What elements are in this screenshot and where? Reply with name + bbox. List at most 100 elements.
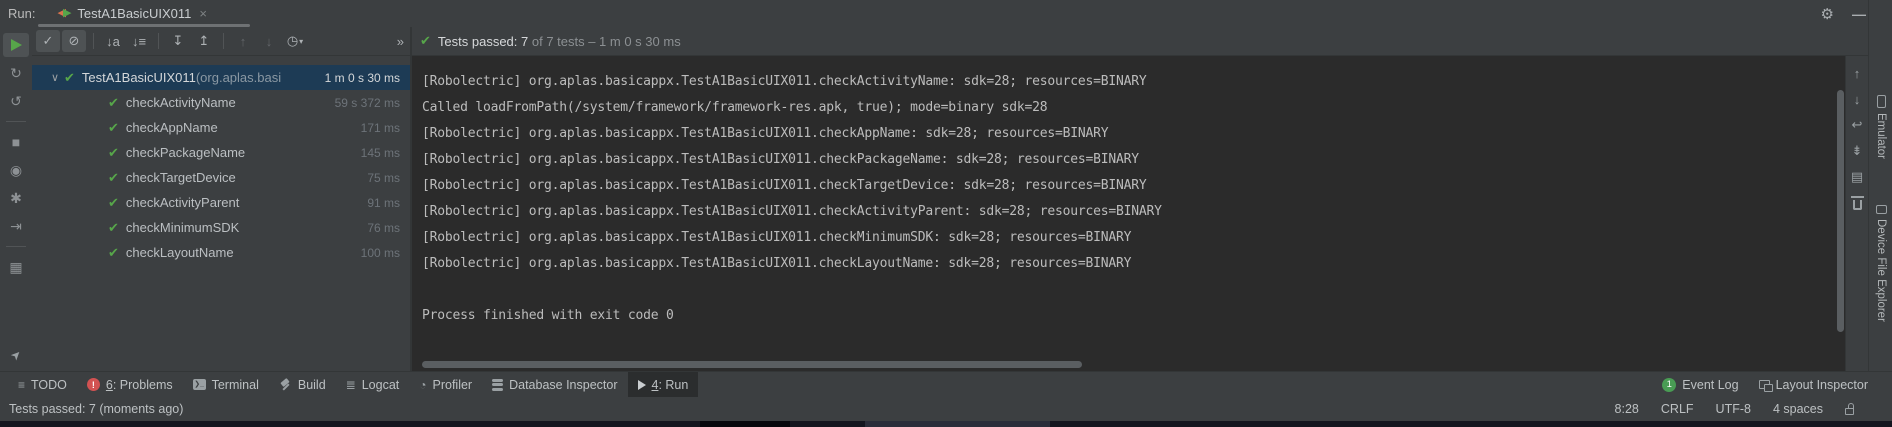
right-tool-stripe: Emulator Device File Explorer [1868,0,1892,371]
import-tests-button[interactable]: ⇥ [3,214,29,238]
show-ignored-button[interactable]: ⊘ [62,30,86,52]
line-ending-selector[interactable]: CRLF [1661,402,1694,416]
terminal-tool-button[interactable]: ❯_ Terminal [183,372,269,397]
run-config-tab-label: TestA1BasicUIX011 [77,6,191,21]
print-button[interactable]: ▤ [1848,168,1866,186]
close-tab-icon[interactable]: × [199,6,207,21]
lock-icon[interactable] [1845,408,1854,415]
screenshot-button[interactable]: ◉ [3,158,29,182]
show-passed-button[interactable]: ✓ [36,30,60,52]
build-label: Build [298,378,326,392]
event-log-count-badge: 1 [1662,378,1676,392]
collapse-all-button[interactable]: ↥ [192,30,216,52]
test-row[interactable]: ✔ checkLayoutName 100 ms [32,240,410,265]
vertical-scrollbar[interactable] [1837,90,1844,332]
test-toolbar-row: ✓ ⊘ ↓a ↓≡ ↧ ↥ ↑ ↓ ◷ ▾ » ✔ Tests passed: … [32,27,1868,56]
stop-button[interactable]: ■ [3,130,29,154]
scroll-to-end-button[interactable]: ⇟ [1848,142,1866,160]
chevron-expanded-icon[interactable]: ∨ [46,71,64,84]
pin-tab-button[interactable]: ➤ [3,343,29,367]
encoding-selector[interactable]: UTF-8 [1716,402,1751,416]
device-icon [1876,205,1887,214]
todo-label: TODO [31,378,67,392]
suite-duration: 1 m 0 s 30 ms [325,71,400,85]
test-history-button[interactable]: ◷ ▾ [283,30,307,52]
console-output: [Robolectric] org.aplas.basicappx.TestA1… [412,56,1845,371]
hammer-icon [279,379,292,391]
toggle-auto-test-button[interactable]: ↺ [3,89,29,113]
tool-window-bar: ≡ TODO ! 6: Problems ❯_ Terminal Build ≣… [0,371,1892,397]
console-line: [Robolectric] org.aplas.basicappx.TestA1… [422,225,1845,251]
database-inspector-tool-button[interactable]: Database Inspector [482,372,627,397]
trash-icon [1853,200,1862,210]
restore-layout-button[interactable]: ▦ [3,255,29,279]
emulator-stripe-button[interactable]: Emulator [1869,95,1892,159]
test-name: checkActivityName [126,95,236,110]
console-line: Process finished with exit code 0 [422,303,1845,329]
logcat-tool-button[interactable]: ≣ Logcat [336,372,410,397]
test-row[interactable]: ✔ checkAppName 171 ms [32,115,410,140]
run-left-toolbar: ↻ ↺ ■ ◉ ✱ ⇥ ▦ ➤ [0,27,32,371]
divider [6,121,26,122]
sort-by-duration-button[interactable]: ↓≡ [127,30,151,52]
todo-tool-button[interactable]: ≡ TODO [8,372,77,397]
status-bar: Tests passed: 7 (moments ago) 8:28 CRLF … [0,397,1892,421]
divider [223,33,224,49]
test-name: checkLayoutName [126,245,234,260]
next-occurrence-button[interactable]: ↓ [257,30,281,52]
test-duration: 145 ms [361,146,400,160]
problems-tool-button[interactable]: ! 6: Problems [77,372,183,397]
taskbar-segment [700,421,790,427]
test-name: checkActivityParent [126,195,239,210]
settings-gear-icon[interactable]: ⚙ [1821,5,1834,23]
chevron-down-icon: ▾ [299,37,303,46]
run-tool-button[interactable]: 4: Run [628,372,699,397]
horizontal-scrollbar[interactable] [422,361,1082,368]
test-row[interactable]: ✔ checkActivityName 59 s 372 ms [32,90,410,115]
run-panel-title: Run: [8,6,35,21]
test-suite-row[interactable]: ∨ ✔ TestA1BasicUIX011 (org.aplas.basi 1 … [32,65,410,90]
soft-wrap-button[interactable]: ↩ [1848,116,1866,134]
play-icon [11,39,22,51]
passed-check-icon: ✔ [108,220,119,236]
test-duration: 100 ms [361,246,400,260]
event-log-button[interactable]: 1 Event Log [1652,372,1748,397]
history-clock-icon: ◷ [287,33,298,49]
previous-occurrence-button[interactable]: ↑ [231,30,255,52]
divider [6,246,26,247]
profiler-tool-button[interactable]: ◔ Profiler [409,372,482,397]
build-tool-button[interactable]: Build [269,372,336,397]
run-icon [638,380,646,390]
sort-alphabetically-button[interactable]: ↓a [101,30,125,52]
hide-panel-icon[interactable]: — [1852,6,1866,22]
console-toolbar: ↑ ↓ ↩ ⇟ ▤ [1845,56,1868,371]
expand-all-button[interactable]: ↧ [166,30,190,52]
indent-selector[interactable]: 4 spaces [1773,402,1823,416]
test-row[interactable]: ✔ checkPackageName 145 ms [32,140,410,165]
test-duration: 59 s 372 ms [335,96,400,110]
device-file-explorer-stripe-button[interactable]: Device File Explorer [1869,205,1892,322]
test-row[interactable]: ✔ checkMinimumSDK 76 ms [32,215,410,240]
caret-position[interactable]: 8:28 [1615,402,1639,416]
test-row[interactable]: ✔ checkActivityParent 91 ms [32,190,410,215]
rerun-failed-tests-button[interactable]: ↻ [3,61,29,85]
toolbar-overflow-icon[interactable]: » [397,34,404,49]
coverage-button[interactable]: ✱ [3,186,29,210]
console-line: [Robolectric] org.aplas.basicappx.TestA1… [422,173,1845,199]
up-stacktrace-button[interactable]: ↑ [1848,64,1866,82]
test-name: checkTargetDevice [126,170,236,185]
test-row[interactable]: ✔ checkTargetDevice 75 ms [32,165,410,190]
layout-inspector-label: Layout Inspector [1776,378,1868,392]
clear-console-button[interactable] [1848,194,1866,212]
run-config-tab[interactable]: ◀▶ TestA1BasicUIX011 × [51,1,212,26]
tests-passed-detail: of 7 tests – 1 m 0 s 30 ms [532,34,681,49]
down-stacktrace-button[interactable]: ↓ [1848,90,1866,108]
layout-inspector-button[interactable]: Layout Inspector [1749,372,1878,397]
run-config-icon: ◀▶ [57,8,71,19]
tests-passed-check-icon: ✔ [420,33,431,49]
test-duration: 76 ms [367,221,400,235]
suite-name: TestA1BasicUIX011 [82,70,196,85]
test-duration: 171 ms [361,121,400,135]
rerun-button[interactable] [3,33,29,57]
test-name: checkAppName [126,120,218,135]
